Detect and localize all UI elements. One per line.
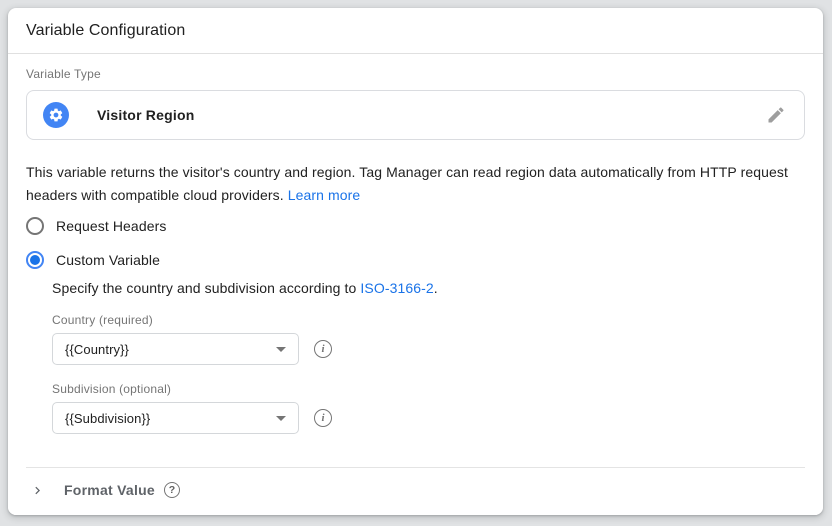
- country-select-row: {{Country}} i: [52, 333, 805, 365]
- country-select-value: {{Country}}: [65, 342, 129, 357]
- gear-icon: [43, 102, 69, 128]
- card-header: Variable Configuration: [8, 8, 823, 54]
- radio-custom-variable[interactable]: Custom Variable: [26, 243, 805, 277]
- card-footer: Format Value ?: [8, 467, 823, 515]
- pencil-icon: [766, 105, 786, 125]
- edit-variable-type-button[interactable]: [766, 105, 786, 125]
- iso-3166-2-link[interactable]: ISO-3166-2: [360, 280, 433, 296]
- subdivision-select-value: {{Subdivision}}: [65, 411, 150, 426]
- format-value-label: Format Value: [64, 482, 155, 498]
- country-select[interactable]: {{Country}}: [52, 333, 299, 365]
- help-icon[interactable]: ?: [164, 482, 180, 498]
- variable-type-card[interactable]: Visitor Region: [26, 90, 805, 140]
- radio-circle-icon: [26, 251, 44, 269]
- dropdown-arrow-icon: [276, 347, 286, 352]
- subdivision-info-icon[interactable]: i: [314, 409, 332, 427]
- variable-configuration-card: Variable Configuration Variable Type Vis…: [8, 8, 823, 515]
- card-body: Variable Type Visitor Region This variab…: [8, 54, 823, 434]
- instruction-before-link: Specify the country and subdivision acco…: [52, 280, 360, 296]
- subdivision-field-label: Subdivision (optional): [52, 382, 805, 396]
- variable-type-caption: Variable Type: [26, 67, 805, 81]
- custom-variable-section: Specify the country and subdivision acco…: [52, 280, 805, 434]
- instruction-after-link: .: [434, 280, 438, 296]
- dropdown-arrow-icon: [276, 416, 286, 421]
- radio-label: Custom Variable: [56, 252, 160, 268]
- country-info-icon[interactable]: i: [314, 340, 332, 358]
- description-text: This variable returns the visitor's coun…: [26, 164, 788, 203]
- instruction-text: Specify the country and subdivision acco…: [52, 280, 805, 296]
- subdivision-select-row: {{Subdivision}} i: [52, 402, 805, 434]
- page-title: Variable Configuration: [26, 22, 185, 40]
- country-field-label: Country (required): [52, 313, 805, 327]
- chevron-right-icon: [30, 483, 45, 498]
- radio-label: Request Headers: [56, 218, 166, 234]
- learn-more-link[interactable]: Learn more: [288, 187, 361, 203]
- radio-request-headers[interactable]: Request Headers: [26, 209, 805, 243]
- format-value-expander[interactable]: Format Value ?: [8, 468, 823, 515]
- subdivision-select[interactable]: {{Subdivision}}: [52, 402, 299, 434]
- radio-circle-icon: [26, 217, 44, 235]
- variable-type-name: Visitor Region: [97, 107, 194, 123]
- variable-description: This variable returns the visitor's coun…: [26, 161, 805, 207]
